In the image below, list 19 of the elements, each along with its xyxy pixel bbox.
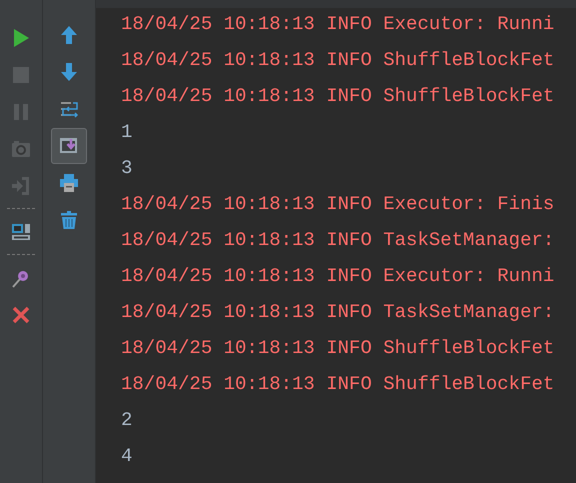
console-line: 3	[121, 156, 132, 181]
arrow-up-icon	[58, 24, 80, 46]
console-line: 2	[121, 408, 132, 433]
arrow-down-icon	[58, 60, 80, 82]
console-line: 18/04/25 10:18:13 INFO ShuffleBlockFet	[121, 48, 554, 73]
console-line: 18/04/25 10:18:13 INFO ShuffleBlockFet	[121, 84, 554, 109]
console-line: 1	[121, 120, 132, 145]
console-line: 18/04/25 10:18:13 INFO ShuffleBlockFet	[121, 336, 554, 361]
printer-icon	[58, 172, 80, 194]
console-line: 18/04/25 10:18:13 INFO Executor: Runni	[121, 264, 554, 289]
exit-icon	[10, 174, 32, 196]
console-line: 18/04/25 10:18:13 INFO TaskSetManager:	[121, 228, 554, 253]
trash-icon	[58, 208, 80, 230]
console-line: 18/04/25 10:18:13 INFO Executor: Runni	[121, 12, 554, 37]
console-line: 4	[121, 444, 132, 469]
toolbar-button[interactable]	[51, 128, 87, 164]
console-line: 18/04/25 10:18:13 INFO Executor: Finis	[121, 192, 554, 217]
console-line: 18/04/25 10:18:13 INFO TaskSetManager:	[121, 300, 554, 325]
console-line: 18/04/25 10:18:13 INFO ShuffleBlockFet	[121, 372, 554, 397]
